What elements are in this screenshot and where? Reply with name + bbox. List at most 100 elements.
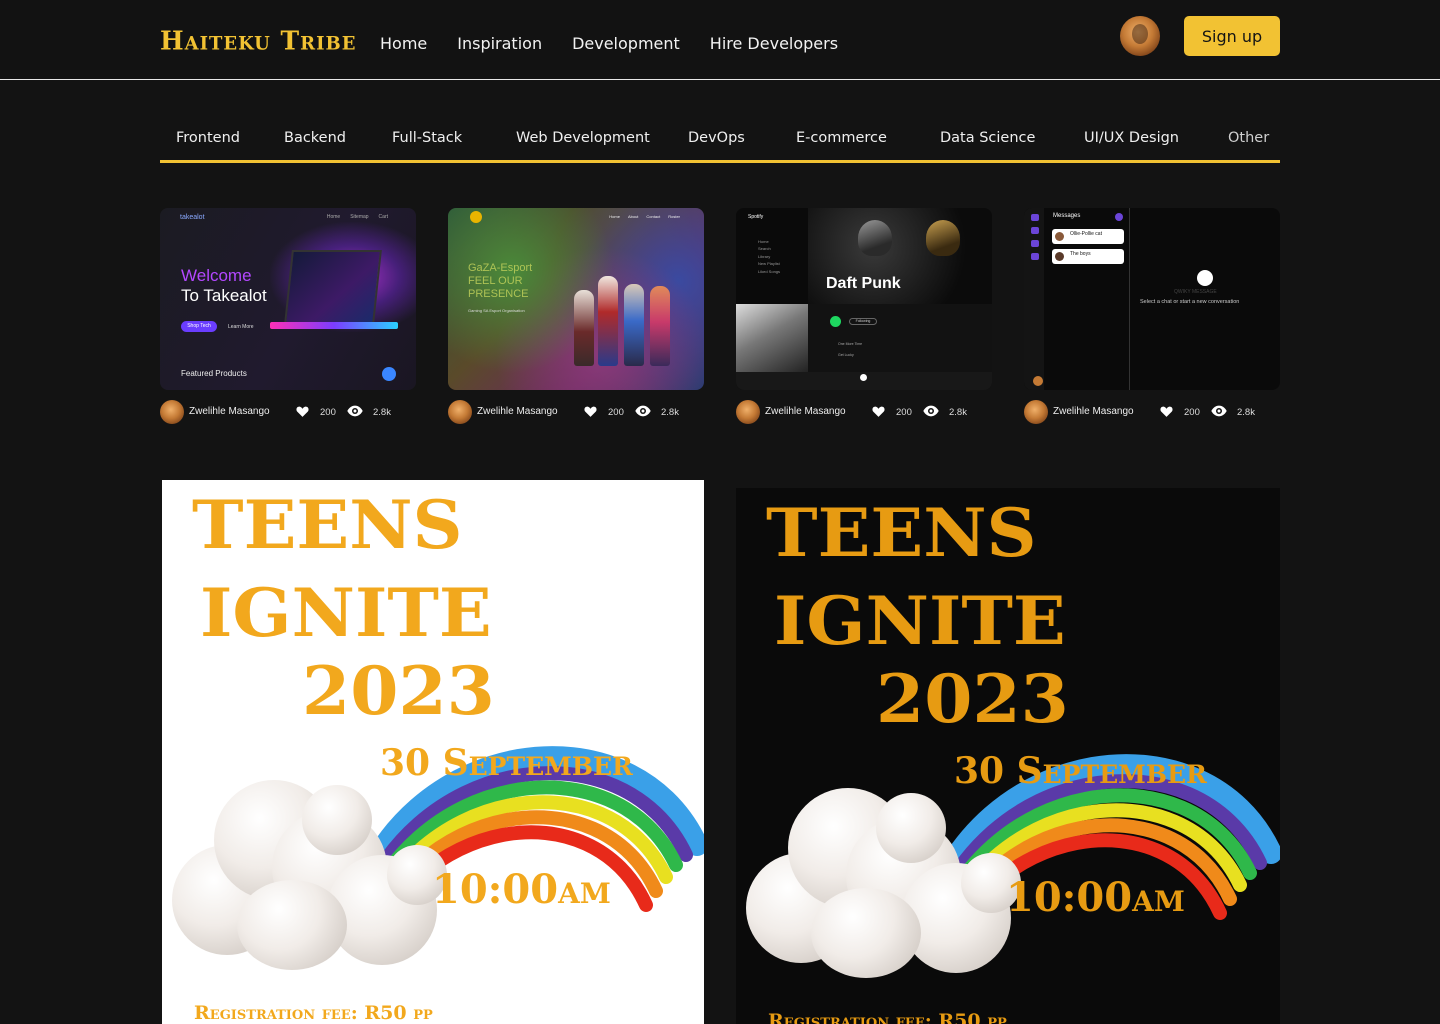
author-avatar[interactable] bbox=[1024, 400, 1048, 424]
thumb-brand: Spotify bbox=[748, 214, 764, 220]
author-avatar[interactable] bbox=[448, 400, 472, 424]
poster-fee: Registration fee: R50 pp bbox=[194, 1002, 433, 1024]
poster-title: IGNITE bbox=[200, 574, 492, 652]
project-card[interactable]: Messages Ollie-Pollie cat The boys QWIKY… bbox=[1024, 208, 1280, 424]
author-name[interactable]: Zwelihle Masango bbox=[477, 406, 558, 417]
tab-backend[interactable]: Backend bbox=[284, 130, 346, 146]
project-thumbnail[interactable]: Spotify Home Search Library New Playlist… bbox=[736, 208, 992, 390]
esport-logo bbox=[470, 211, 482, 223]
thumb-heading: Welcome bbox=[181, 266, 252, 285]
eye-icon bbox=[923, 405, 939, 417]
poster-title: TEENS bbox=[766, 494, 1037, 572]
track-title: Get Lucky bbox=[838, 353, 854, 357]
author-avatar[interactable] bbox=[736, 400, 760, 424]
nav-development-link[interactable]: Development bbox=[572, 34, 680, 53]
heart-icon[interactable] bbox=[584, 405, 597, 418]
event-poster[interactable]: TEENS IGNITE 2023 30 September 10:00am R… bbox=[162, 480, 704, 1024]
thumb-menu-item: New Playlist bbox=[758, 261, 780, 266]
project-thumbnail[interactable]: takealot Home Sitemap Cart Welcome To Ta… bbox=[160, 208, 416, 390]
project-card[interactable]: Spotify Home Search Library New Playlist… bbox=[736, 208, 992, 424]
heart-icon[interactable] bbox=[1160, 405, 1173, 418]
heart-icon[interactable] bbox=[872, 405, 885, 418]
chat-list: Messages Ollie-Pollie cat The boys bbox=[1046, 208, 1130, 390]
author-avatar[interactable] bbox=[160, 400, 184, 424]
thumb-subheading: Gaming SA Esport Organisation bbox=[468, 308, 525, 313]
tab-ui-ux-design[interactable]: UI/UX Design bbox=[1084, 130, 1179, 146]
tab-other[interactable]: Other bbox=[1228, 130, 1269, 146]
poster-time: 10:00am bbox=[432, 866, 611, 913]
poster-fee: Registration fee: R50 pp bbox=[768, 1010, 1007, 1024]
sign-up-button[interactable]: Sign up bbox=[1184, 16, 1280, 56]
event-poster[interactable]: TEENS IGNITE 2023 30 September 10:00am R… bbox=[736, 488, 1280, 1024]
user-avatar bbox=[1033, 376, 1043, 386]
nav-inspiration-link[interactable]: Inspiration bbox=[457, 34, 542, 53]
card-meta: Zwelihle Masango 200 2.8k bbox=[448, 400, 704, 424]
thumb-brand: takealot bbox=[180, 214, 205, 221]
pause-icon bbox=[860, 374, 867, 381]
thumb-menu-item: Library bbox=[758, 253, 771, 259]
thumb-menu-item: Home bbox=[758, 238, 769, 244]
thumb-nav: Home Sitemap Cart bbox=[327, 214, 388, 220]
view-count: 2.8k bbox=[373, 407, 391, 418]
track-list: One More Time Get Lucky bbox=[826, 342, 862, 357]
project-thumbnail[interactable]: Home About Contact Roster GaZA-Esport FE… bbox=[448, 208, 704, 390]
cloud-image bbox=[302, 785, 372, 855]
thumb-link: Learn More bbox=[228, 324, 254, 330]
poster-title: TEENS bbox=[192, 486, 463, 564]
site-logo[interactable]: Haiteku Tribe bbox=[160, 25, 356, 55]
card-meta: Zwelihle Masango 200 2.8k bbox=[160, 400, 416, 424]
chat-bubble-icon bbox=[382, 367, 396, 381]
like-count: 200 bbox=[1184, 407, 1200, 418]
tab-web-development[interactable]: Web Development bbox=[516, 130, 650, 146]
like-count: 200 bbox=[608, 407, 624, 418]
nav-home-link[interactable]: Home bbox=[380, 34, 427, 53]
project-thumbnail[interactable]: Messages Ollie-Pollie cat The boys QWIKY… bbox=[1024, 208, 1280, 390]
poster-time: 10:00am bbox=[1006, 874, 1185, 921]
thumb-button: Shop Tech bbox=[181, 321, 217, 332]
chat-name: Ollie-Pollie cat bbox=[1070, 231, 1102, 237]
laptop-base bbox=[270, 322, 398, 329]
card-meta: Zwelihle Masango 200 2.8k bbox=[736, 400, 992, 424]
rail-icon bbox=[1031, 227, 1039, 234]
character-figure bbox=[574, 290, 594, 366]
view-count: 2.8k bbox=[949, 407, 967, 418]
chat-item: The boys bbox=[1052, 249, 1124, 264]
poster-year: 2023 bbox=[302, 652, 495, 730]
top-navbar: Haiteku Tribe Home Inspiration Developme… bbox=[0, 0, 1440, 80]
view-count: 2.8k bbox=[661, 407, 679, 418]
tab-data-science[interactable]: Data Science bbox=[940, 130, 1035, 146]
thumb-nav-item: About bbox=[627, 214, 639, 219]
chat-list-title: Messages bbox=[1053, 213, 1081, 219]
helmet-image bbox=[858, 220, 892, 256]
poster-title: IGNITE bbox=[774, 582, 1066, 660]
thumb-nav-item: Home bbox=[609, 214, 620, 219]
tab-frontend[interactable]: Frontend bbox=[176, 130, 240, 146]
author-name[interactable]: Zwelihle Masango bbox=[1053, 406, 1134, 417]
user-avatar[interactable] bbox=[1120, 16, 1160, 56]
thumb-nav-item: Roster bbox=[668, 214, 680, 219]
author-name[interactable]: Zwelihle Masango bbox=[189, 406, 270, 417]
project-card[interactable]: takealot Home Sitemap Cart Welcome To Ta… bbox=[160, 208, 416, 424]
plus-icon bbox=[1115, 213, 1123, 221]
thumb-nav-item: Home bbox=[326, 214, 341, 220]
rail-icon bbox=[1031, 253, 1039, 260]
tab-devops[interactable]: DevOps bbox=[688, 130, 745, 146]
author-name[interactable]: Zwelihle Masango bbox=[765, 406, 846, 417]
follow-label: Following bbox=[855, 319, 871, 323]
heart-icon[interactable] bbox=[296, 405, 309, 418]
thumb-nav-item: Contact bbox=[646, 214, 661, 219]
like-count: 200 bbox=[320, 407, 336, 418]
nav-hire-developers-link[interactable]: Hire Developers bbox=[710, 34, 838, 53]
follow-button: Following bbox=[849, 318, 877, 325]
thumb-heading: To Takealot bbox=[181, 286, 267, 305]
track-title: One More Time bbox=[838, 342, 863, 346]
cloud-image bbox=[876, 793, 946, 863]
project-card[interactable]: Home About Contact Roster GaZA-Esport FE… bbox=[448, 208, 704, 424]
play-icon bbox=[830, 316, 841, 327]
thumb-nav-item: Cart bbox=[378, 214, 388, 220]
tab-e-commerce[interactable]: E-commerce bbox=[796, 130, 887, 146]
card-meta: Zwelihle Masango 200 2.8k bbox=[1024, 400, 1280, 424]
thumb-rail bbox=[1024, 208, 1044, 390]
empty-text: Select a chat or start a new conversatio… bbox=[1140, 299, 1240, 305]
tab-full-stack[interactable]: Full-Stack bbox=[392, 130, 462, 146]
